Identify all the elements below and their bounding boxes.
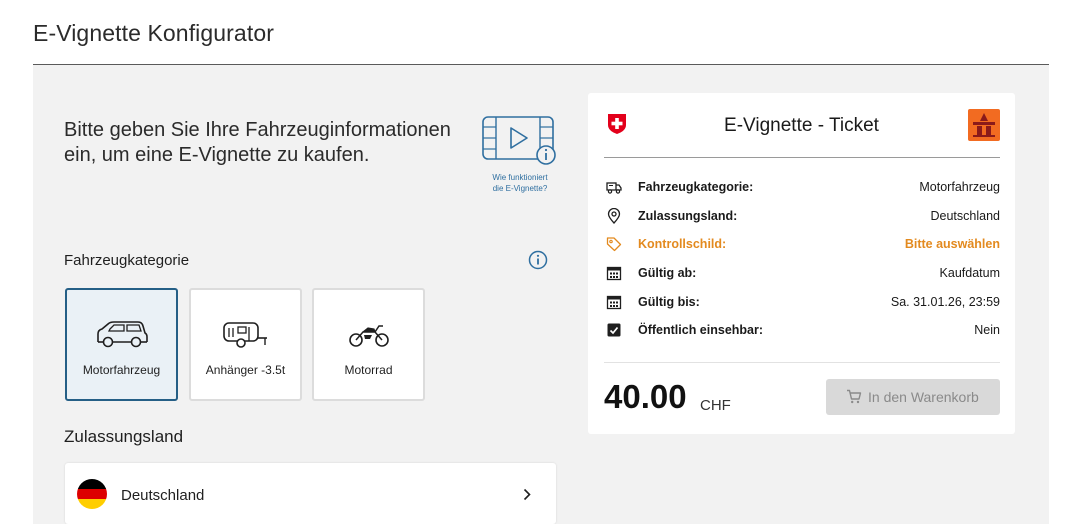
ticket-row-gueltig-ab: Gültig ab: Kaufdatum xyxy=(604,263,1000,283)
info-icon[interactable] xyxy=(528,250,548,270)
ticket-card: E-Vignette - Ticket Fahrzeugkategorie: M… xyxy=(588,93,1015,434)
vehicle-category-label: Fahrzeugkategorie xyxy=(64,252,190,269)
how-it-works-label-2: die E-Vignette? xyxy=(492,184,548,193)
ticket-row-gueltig-bis: Gültig bis: Sa. 31.01.26, 23:59 xyxy=(604,292,1000,312)
ticket-row-fahrzeugkategorie: Fahrzeugkategorie: Motorfahrzeug xyxy=(604,177,1000,197)
location-pin-icon xyxy=(607,208,621,224)
calendar-icon xyxy=(606,295,622,310)
ticket-row-kontrollschild[interactable]: Kontrollschild: Bitte auswählen xyxy=(604,234,1000,254)
ticket-divider xyxy=(604,157,1000,158)
country-select[interactable]: Deutschland xyxy=(65,463,556,524)
how-it-works-link[interactable]: Wie funktioniert die E-Vignette? xyxy=(478,116,562,194)
row-value: Sa. 31.01.26, 23:59 xyxy=(890,295,1000,309)
motorcycle-icon xyxy=(348,325,389,347)
calendar-icon xyxy=(606,266,622,281)
ticket-row-zulassungsland: Zulassungsland: Deutschland xyxy=(604,206,1000,226)
chevron-right-icon xyxy=(523,488,531,501)
ticket-price: 40.00 xyxy=(604,378,687,415)
add-to-cart-button[interactable]: In den Warenkorb xyxy=(826,379,1000,415)
germany-flag-icon xyxy=(77,479,107,509)
car-icon xyxy=(96,321,148,348)
tag-icon xyxy=(606,237,622,252)
trailer-icon xyxy=(222,322,267,348)
category-card-motorrad[interactable]: Motorrad xyxy=(312,288,425,401)
truck-icon xyxy=(606,182,622,194)
ticket-title: E-Vignette - Ticket xyxy=(724,115,879,136)
cart-icon xyxy=(847,389,862,404)
category-label: Motorrad xyxy=(344,363,393,377)
row-label: Kontrollschild: xyxy=(638,237,727,251)
row-label: Fahrzeugkategorie: xyxy=(638,180,754,194)
row-value: Bitte auswählen xyxy=(904,237,1000,251)
row-value: Motorfahrzeug xyxy=(919,180,1000,194)
category-label: Motorfahrzeug xyxy=(82,363,161,377)
add-to-cart-label: In den Warenkorb xyxy=(868,389,979,405)
registration-country-label: Zulassungsland xyxy=(64,427,184,446)
country-name: Deutschland xyxy=(121,487,205,504)
category-label: Anhänger -3.5t xyxy=(205,363,286,377)
category-card-motorfahrzeug[interactable]: Motorfahrzeug xyxy=(65,288,178,401)
ticket-divider-light xyxy=(604,362,1000,363)
row-label: Gültig ab: xyxy=(638,266,697,280)
ticket-row-oeffentlich: Öffentlich einsehbar: Nein xyxy=(604,320,1000,340)
row-value: Kaufdatum xyxy=(939,266,1000,280)
category-card-anhaenger[interactable]: Anhänger -3.5t xyxy=(189,288,302,401)
video-info-icon xyxy=(482,116,556,165)
vignette-logo-icon xyxy=(968,109,1000,141)
how-it-works-label-1: Wie funktioniert xyxy=(492,173,548,182)
row-value: Deutschland xyxy=(930,209,1001,223)
row-label: Gültig bis: xyxy=(638,295,700,309)
row-label: Zulassungsland: xyxy=(638,209,738,223)
page-title: E-Vignette Konfigurator xyxy=(33,20,274,46)
row-value: Nein xyxy=(974,323,1000,337)
checkbox-icon xyxy=(607,323,621,337)
ticket-currency: CHF xyxy=(700,397,731,414)
row-label: Öffentlich einsehbar: xyxy=(638,323,764,337)
intro-text: Bitte geben Sie Ihre Fahrzeuginformation… xyxy=(64,119,451,166)
